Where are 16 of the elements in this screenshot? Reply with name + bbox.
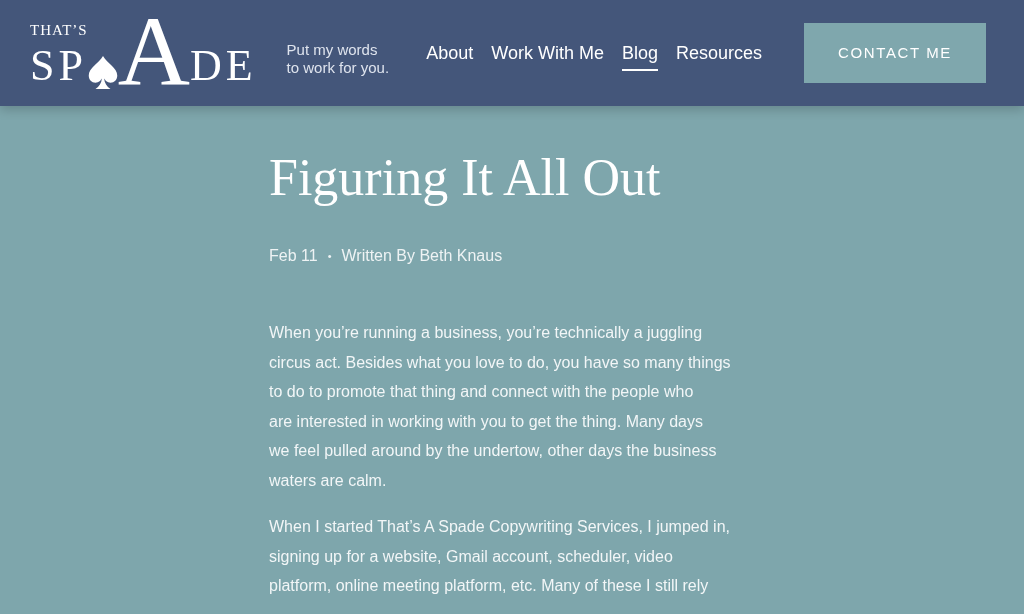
body-paragraph: When you’re running a business, you’re technically a juggling circus act. Besides what you love to do, you have so many things to do to promote that thing and connect with the people who are interested in working with you to get the thing. Many days we feel pulled around by the undertow, other days the business waters are calm. [269, 323, 731, 491]
spade-icon [87, 55, 118, 90]
nav-link[interactable]: Resources [675, 39, 762, 71]
logo-text: SP [30, 44, 87, 88]
separator-dot: • [327, 249, 332, 264]
post-author: Written By Beth Knaus [341, 246, 503, 266]
post-date: Feb 11 [269, 246, 318, 266]
post-title: Figuring It All Out [269, 148, 661, 208]
logo-letter: A [117, 10, 190, 94]
body-paragraph: When I started That’s A Spade Copywriting Services, I jumped in, signing up for a website, Gmail account, scheduler, video platform, online meeting platform, etc. Many of these I still rely [269, 517, 731, 596]
tagline: Put my words to work for you. [286, 41, 390, 77]
logo-small-text: THAT’S [30, 23, 88, 38]
logo-text: DE [189, 44, 257, 88]
nav-link[interactable]: Blog [621, 39, 658, 71]
nav-link[interactable]: About [426, 39, 474, 71]
nav-link[interactable]: Work With Me [491, 39, 604, 71]
